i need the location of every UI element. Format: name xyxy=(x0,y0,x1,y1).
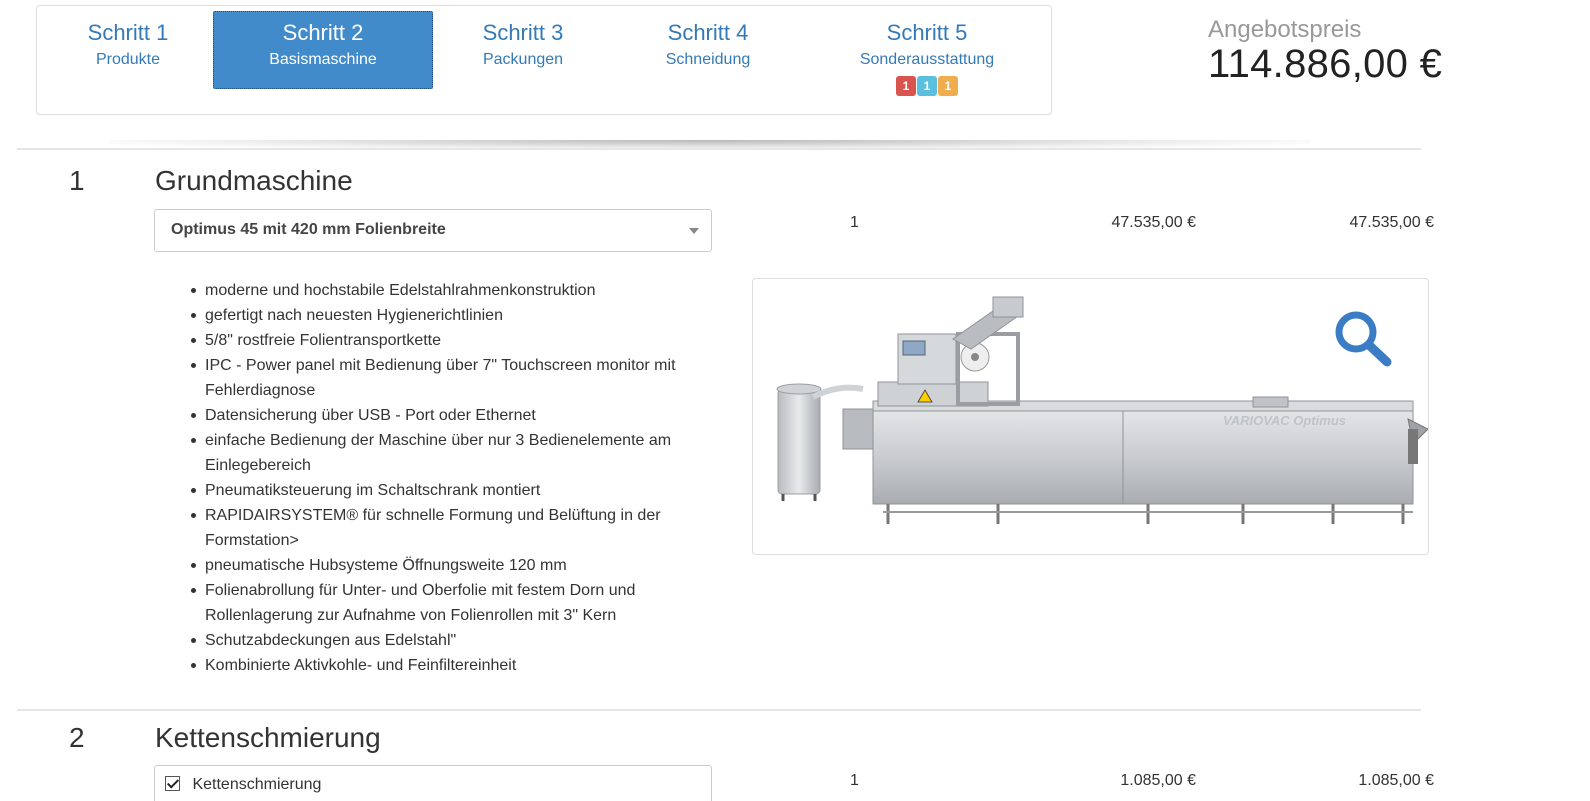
machine-brand-label: VARIOVAC Optimus xyxy=(1223,413,1346,428)
feature-item: Kombinierte Aktivkohle- und Feinfilterei… xyxy=(191,653,715,678)
step-3[interactable]: Schritt 3 Packungen xyxy=(467,12,579,88)
chain-lubrication-checkbox[interactable] xyxy=(165,776,180,791)
feature-list: moderne und hochstabile Edelstahlrahmenk… xyxy=(191,278,715,678)
section-2-title: Kettenschmierung xyxy=(155,722,381,753)
badge-group: 1 1 1 xyxy=(845,76,1009,96)
chain-lubrication-label: Kettenschmierung xyxy=(192,776,322,793)
step-wizard: Schritt 1 Produkte Schritt 2 Basismaschi… xyxy=(36,5,1052,115)
badge-blue: 1 xyxy=(917,76,937,96)
feature-item: Schutzabdeckungen aus Edelstahl" xyxy=(191,628,715,653)
step-2[interactable]: Schritt 2 Basismaschine xyxy=(213,11,433,89)
feature-item: Pneumatiksteuerung im Schaltschrank mont… xyxy=(191,478,715,503)
price-label: Angebotspreis xyxy=(1208,16,1362,43)
divider-section-2 xyxy=(17,709,1421,711)
step-5-label: Schritt 5 xyxy=(886,20,968,45)
section-1-unit-price: 47.535,00 € xyxy=(1111,214,1196,231)
feature-item: moderne und hochstabile Edelstahlrahmenk… xyxy=(191,278,715,303)
machine-image[interactable]: VARIOVAC Optimus xyxy=(752,278,1429,555)
feature-item: RAPIDAIRSYSTEM® für schnelle Formung und… xyxy=(191,503,715,553)
section-1-title: Grundmaschine xyxy=(155,165,353,196)
feature-item: pneumatische Hubsysteme Öffnungsweite 12… xyxy=(191,553,715,578)
magnify-icon[interactable] xyxy=(1333,309,1393,367)
section-2-total: 1.085,00 € xyxy=(1358,772,1434,789)
step-4-sub: Schneidung xyxy=(665,51,751,68)
section-2-number: 2 xyxy=(69,722,85,753)
step-4-label: Schritt 4 xyxy=(667,20,749,45)
step-1-label: Schritt 1 xyxy=(87,20,169,45)
step-4[interactable]: Schritt 4 Schneidung xyxy=(653,12,763,88)
section-1-qty: 1 xyxy=(850,214,859,231)
feature-item: Folienabrollung für Unter- und Oberfolie… xyxy=(191,578,715,628)
step-5[interactable]: Schritt 5 Sonderausstattung 1 1 1 xyxy=(845,12,1009,112)
section-2-unit-price: 1.085,00 € xyxy=(1120,772,1196,789)
step-2-label: Schritt 2 xyxy=(282,20,364,45)
step-3-sub: Packungen xyxy=(482,51,564,68)
feature-item: 5/8" rostfreie Folientransportkette xyxy=(191,328,715,353)
section-1-total: 47.535,00 € xyxy=(1349,214,1434,231)
section-1-number: 1 xyxy=(69,165,85,196)
machine-select-value: Optimus 45 mit 420 mm Folienbreite xyxy=(171,221,446,238)
feature-item: gefertigt nach neuesten Hygienerichtlini… xyxy=(191,303,715,328)
chevron-down-icon xyxy=(689,228,699,234)
step-2-sub: Basismaschine xyxy=(269,51,377,68)
feature-item: Datensicherung über USB - Port oder Ethe… xyxy=(191,403,715,428)
feature-item: IPC - Power panel mit Bedienung über 7" … xyxy=(191,353,715,403)
chain-lubrication-option[interactable]: Kettenschmierung xyxy=(154,765,712,801)
step-5-sub: Sonderausstattung xyxy=(859,51,995,68)
step-1-sub: Produkte xyxy=(95,51,161,68)
machine-select[interactable]: Optimus 45 mit 420 mm Folienbreite xyxy=(154,209,712,252)
divider-top xyxy=(17,148,1421,150)
badge-orange: 1 xyxy=(938,76,958,96)
step-3-label: Schritt 3 xyxy=(482,20,564,45)
badge-red: 1 xyxy=(896,76,916,96)
machine-illustration: VARIOVAC Optimus xyxy=(776,296,1428,524)
feature-item: einfache Bedienung der Maschine über nur… xyxy=(191,428,715,478)
section-2-qty: 1 xyxy=(850,772,859,789)
step-1[interactable]: Schritt 1 Produkte xyxy=(77,12,179,88)
price-value: 114.886,00 € xyxy=(1208,42,1443,86)
